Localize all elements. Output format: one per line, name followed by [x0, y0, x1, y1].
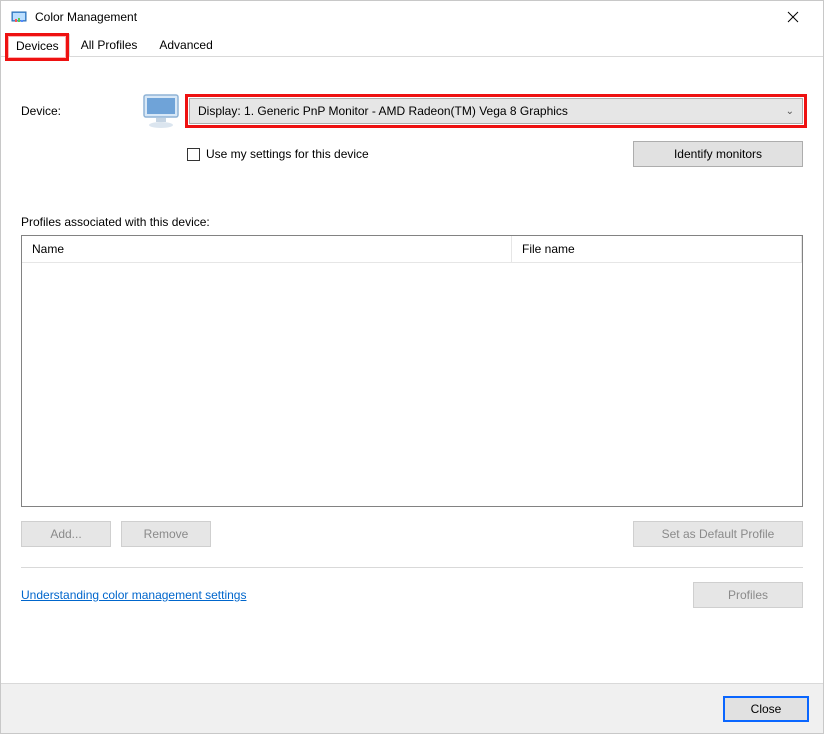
monitor-icon	[141, 91, 183, 131]
help-link[interactable]: Understanding color management settings	[21, 588, 246, 602]
chevron-down-icon: ⌄	[786, 106, 794, 117]
close-button[interactable]: Close	[723, 696, 809, 722]
list-header: Name File name	[22, 236, 802, 263]
title-bar: Color Management	[1, 1, 823, 33]
tab-all-profiles[interactable]: All Profiles	[70, 33, 149, 56]
device-dropdown-wrap: Display: 1. Generic PnP Monitor - AMD Ra…	[189, 98, 803, 124]
use-my-settings-checkbox-wrap: Use my settings for this device	[187, 147, 369, 161]
column-header-name[interactable]: Name	[22, 236, 512, 262]
add-button[interactable]: Add...	[21, 521, 111, 547]
profiles-listbox[interactable]: Name File name	[21, 235, 803, 507]
tab-content: Device: Display: 1. Generic PnP Monitor …	[1, 57, 823, 622]
device-dropdown[interactable]: Display: 1. Generic PnP Monitor - AMD Ra…	[189, 98, 803, 124]
app-icon	[11, 9, 27, 25]
device-row: Device: Display: 1. Generic PnP Monitor …	[21, 91, 803, 131]
color-management-window: Color Management Devices All Profiles Ad…	[0, 0, 824, 734]
profiles-section-label: Profiles associated with this device:	[21, 215, 803, 229]
use-my-settings-label: Use my settings for this device	[206, 147, 369, 161]
profiles-buttons-row: Add... Remove Set as Default Profile	[21, 521, 803, 547]
profiles-button[interactable]: Profiles	[693, 582, 803, 608]
tab-devices[interactable]: Devices	[5, 34, 70, 57]
device-label: Device:	[21, 104, 141, 118]
set-default-profile-button[interactable]: Set as Default Profile	[633, 521, 803, 547]
close-icon[interactable]	[773, 1, 813, 33]
column-header-file[interactable]: File name	[512, 236, 802, 262]
use-my-settings-checkbox[interactable]	[187, 148, 200, 161]
device-dropdown-value: Display: 1. Generic PnP Monitor - AMD Ra…	[198, 104, 568, 118]
remove-button[interactable]: Remove	[121, 521, 211, 547]
tab-strip: Devices All Profiles Advanced	[1, 33, 823, 57]
tab-advanced[interactable]: Advanced	[148, 33, 223, 56]
identify-monitors-button[interactable]: Identify monitors	[633, 141, 803, 167]
divider	[21, 567, 803, 568]
footer-bar: Close	[1, 683, 823, 733]
bottom-row: Understanding color management settings …	[21, 582, 803, 608]
device-options-row: Use my settings for this device Identify…	[187, 141, 803, 167]
window-title: Color Management	[35, 10, 773, 24]
profiles-buttons-left: Add... Remove	[21, 521, 211, 547]
